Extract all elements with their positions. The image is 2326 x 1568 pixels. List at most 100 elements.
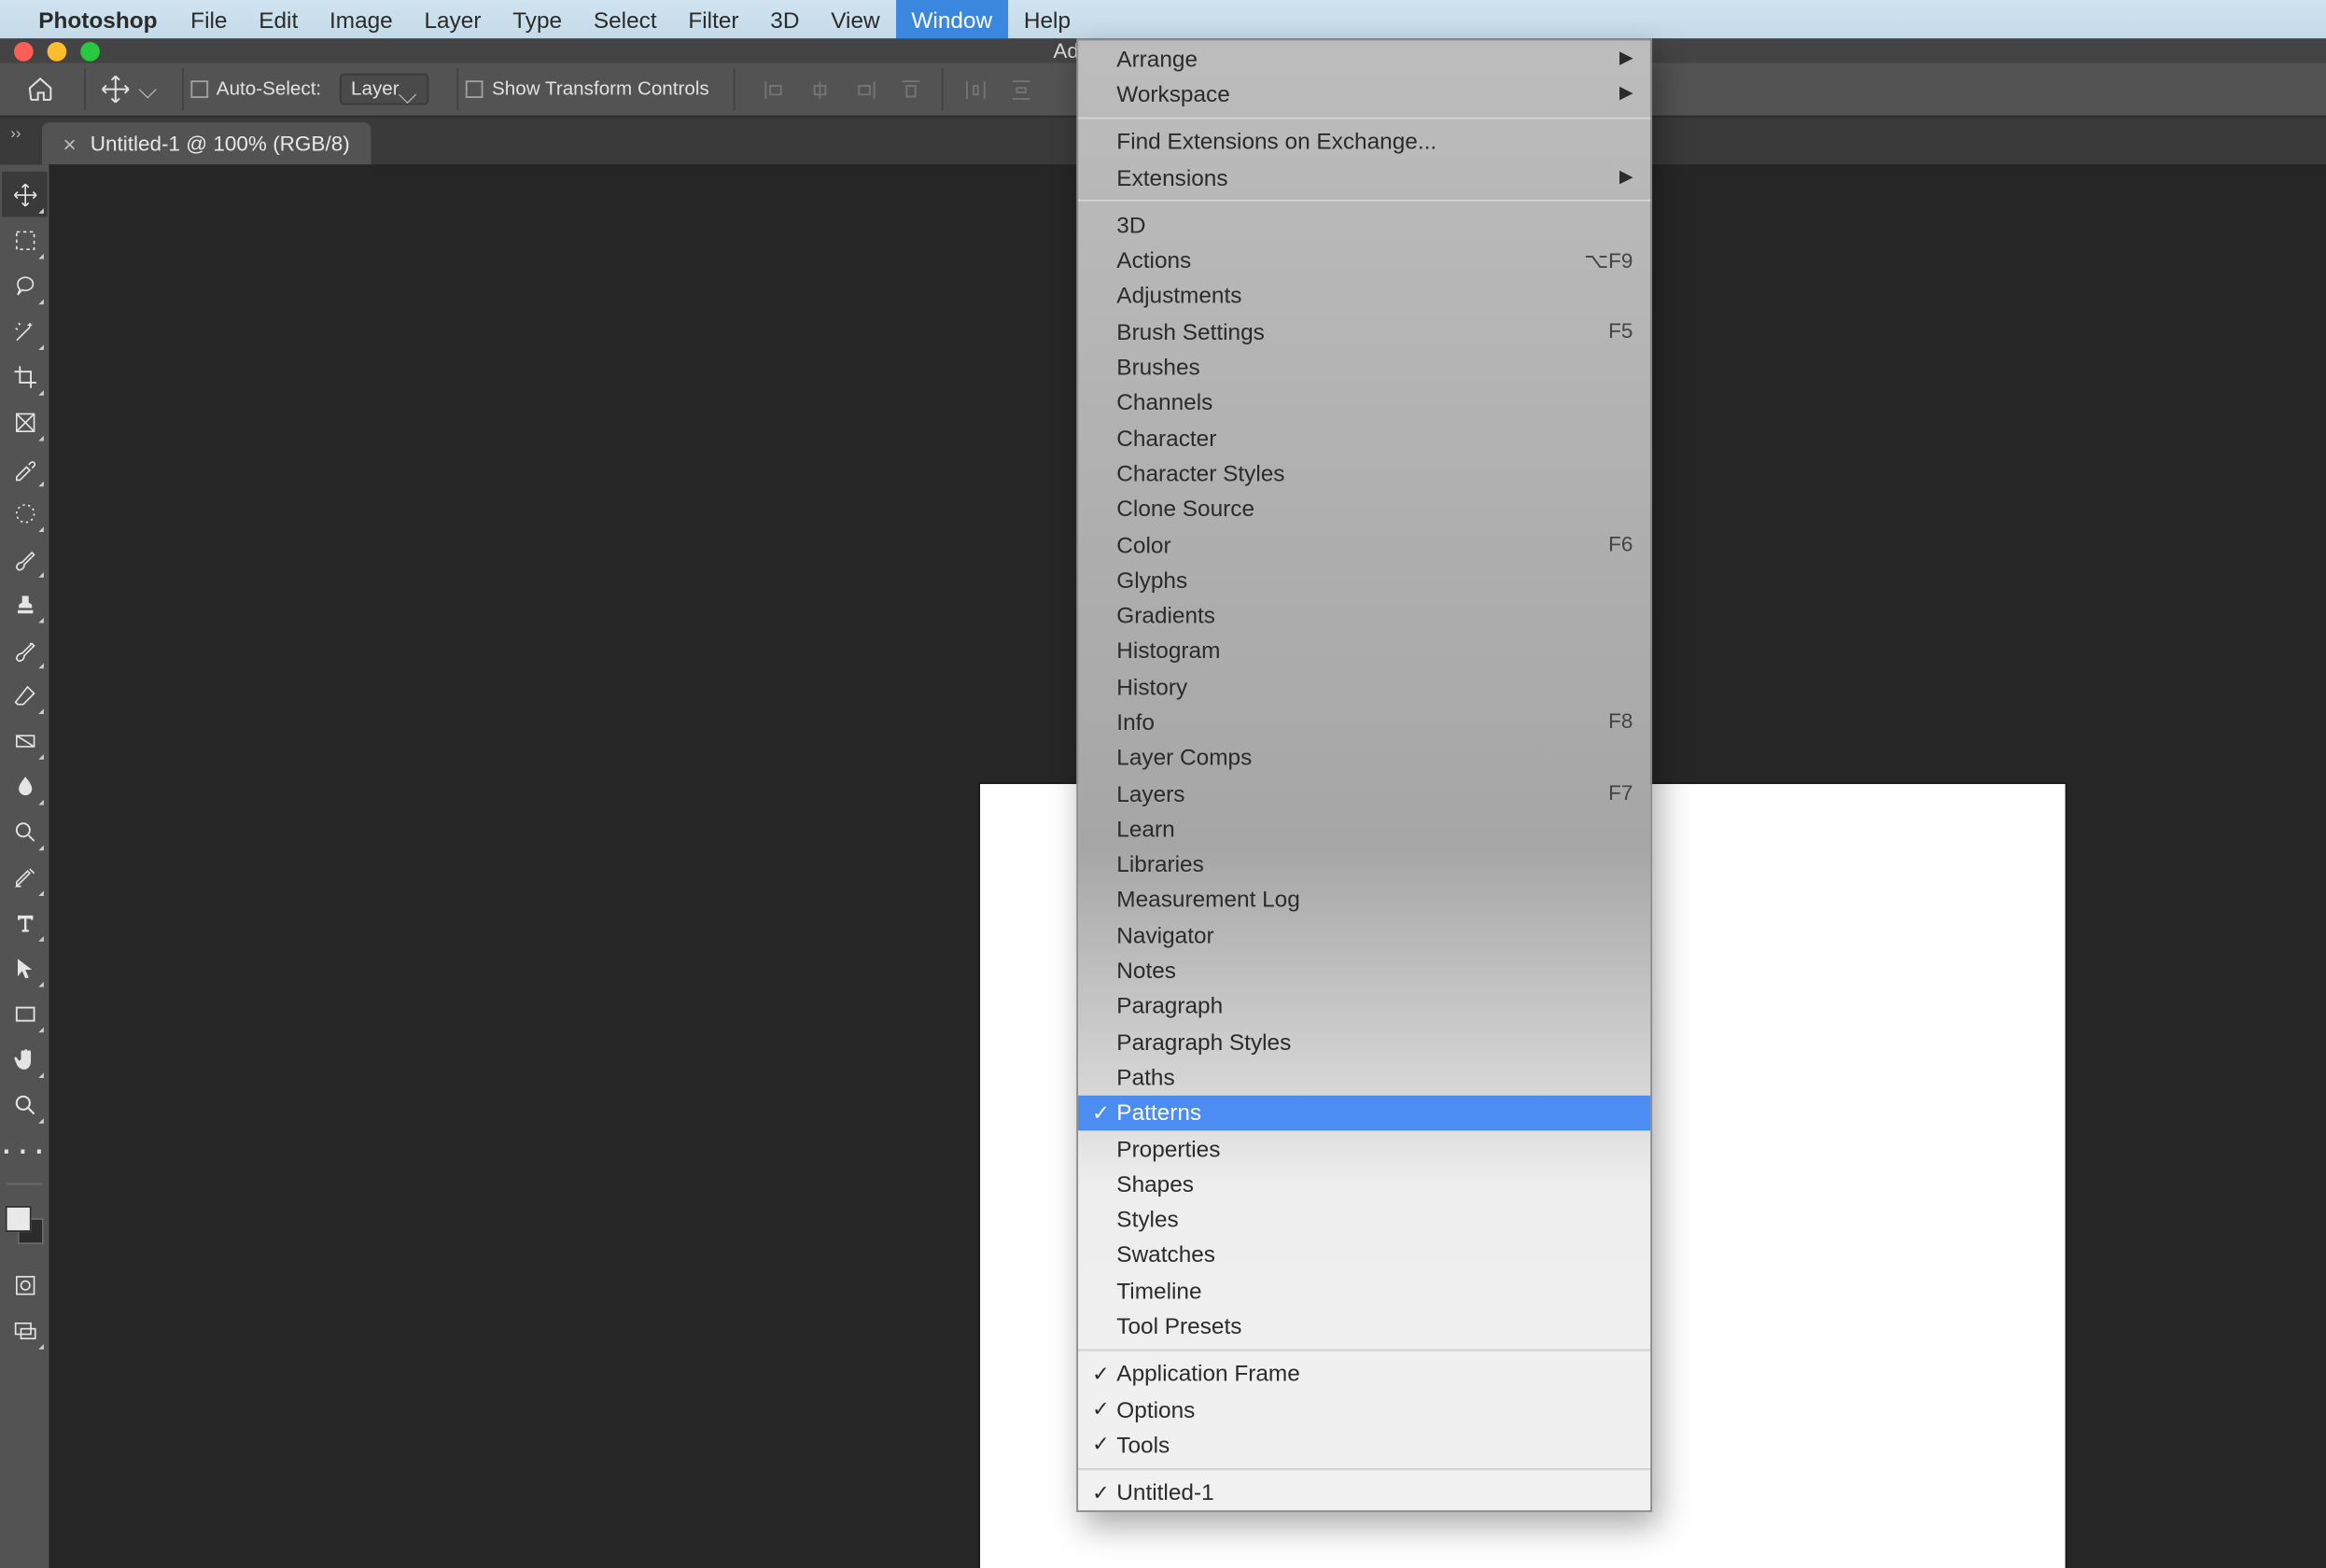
close-tab-icon[interactable]: × (63, 131, 77, 157)
menu-select[interactable]: Select (578, 0, 673, 38)
menu-item-shapes[interactable]: Shapes (1078, 1166, 1650, 1201)
marquee-tool[interactable] (2, 217, 48, 263)
menu-item-measurement-log[interactable]: Measurement Log (1078, 882, 1650, 917)
menu-item-character[interactable]: Character (1078, 420, 1650, 455)
magic-wand-tool[interactable] (2, 308, 48, 354)
brush-tool[interactable] (2, 536, 48, 581)
gradient-tool[interactable] (2, 718, 48, 763)
menu-item-brushes[interactable]: Brushes (1078, 349, 1650, 385)
menu-item-styles[interactable]: Styles (1078, 1201, 1650, 1237)
distribute-v-icon[interactable] (1000, 68, 1042, 110)
menu-item-notes[interactable]: Notes (1078, 953, 1650, 988)
menu-edit[interactable]: Edit (243, 0, 314, 38)
menu-filter[interactable]: Filter (673, 0, 755, 38)
menu-item-extensions[interactable]: Extensions▶ (1078, 159, 1650, 194)
hand-tool[interactable] (2, 1036, 48, 1082)
home-button[interactable] (14, 63, 66, 116)
menu-item-character-styles[interactable]: Character Styles (1078, 455, 1650, 491)
eraser-tool[interactable] (2, 672, 48, 718)
crop-tool[interactable] (2, 354, 48, 399)
menu-image[interactable]: Image (314, 0, 409, 38)
type-tool[interactable] (2, 900, 48, 945)
checkbox-icon[interactable] (466, 80, 483, 98)
menu-item-clone-source[interactable]: Clone Source (1078, 491, 1650, 526)
menu-item-3d[interactable]: 3D (1078, 207, 1650, 243)
spot-heal-tool[interactable] (2, 490, 48, 536)
menu-item-gradients[interactable]: Gradients (1078, 597, 1650, 633)
move-tool[interactable] (2, 172, 48, 217)
auto-select-target-dropdown[interactable]: Layer (339, 74, 429, 105)
menu-item-paragraph-styles[interactable]: Paragraph Styles (1078, 1024, 1650, 1059)
menu-file[interactable]: File (175, 0, 243, 38)
align-top-icon[interactable] (890, 68, 932, 110)
menu-item-properties[interactable]: Properties (1078, 1130, 1650, 1166)
dodge-tool[interactable] (2, 808, 48, 854)
checkbox-icon[interactable] (190, 80, 208, 98)
tool-preset-chevron-icon[interactable]: ⌵ (138, 75, 157, 105)
path-select-tool[interactable] (2, 945, 48, 991)
close-window-button[interactable] (14, 41, 34, 61)
menu-window[interactable]: Window (896, 0, 1008, 38)
move-tool-icon[interactable] (92, 74, 138, 105)
eyedropper-tool[interactable] (2, 444, 48, 490)
menu-item-paragraph[interactable]: Paragraph (1078, 988, 1650, 1024)
menu-item-options[interactable]: ✓Options (1078, 1392, 1650, 1427)
menu-item-adjustments[interactable]: Adjustments (1078, 278, 1650, 314)
menu-item-arrange[interactable]: Arrange▶ (1078, 40, 1650, 76)
stamp-tool[interactable] (2, 581, 48, 627)
lasso-tool[interactable] (2, 262, 48, 308)
menu-item-layers[interactable]: LayersF7 (1078, 776, 1650, 811)
minimize-window-button[interactable] (48, 41, 67, 61)
menu-item-layer-comps[interactable]: Layer Comps (1078, 739, 1650, 775)
color-swatches[interactable] (6, 1206, 44, 1244)
align-left-icon[interactable] (753, 68, 795, 110)
auto-select-checkbox[interactable]: Auto-Select: (190, 78, 321, 100)
show-transform-checkbox[interactable]: Show Transform Controls (466, 78, 709, 100)
menu-item-histogram[interactable]: Histogram (1078, 633, 1650, 668)
menu-item-untitled-1[interactable]: ✓Untitled-1 (1078, 1475, 1650, 1510)
menu-item-navigator[interactable]: Navigator (1078, 917, 1650, 953)
menu-layer[interactable]: Layer (409, 0, 497, 38)
zoom-tool[interactable] (2, 1082, 48, 1127)
menu-item-paths[interactable]: Paths (1078, 1059, 1650, 1095)
menu-item-brush-settings[interactable]: Brush SettingsF5 (1078, 314, 1650, 349)
menu-item-application-frame[interactable]: ✓Application Frame (1078, 1356, 1650, 1392)
menu-3d[interactable]: 3D (754, 0, 815, 38)
menu-item-color[interactable]: ColorF6 (1078, 526, 1650, 562)
menu-item-info[interactable]: InfoF8 (1078, 704, 1650, 739)
frame-tool[interactable] (2, 399, 48, 445)
menu-item-workspace[interactable]: Workspace▶ (1078, 76, 1650, 111)
app-name[interactable]: Photoshop (38, 7, 157, 33)
edit-toolbar-button[interactable]: ··· (2, 1127, 48, 1173)
menu-item-swatches[interactable]: Swatches (1078, 1237, 1650, 1272)
menu-item-tool-presets[interactable]: Tool Presets (1078, 1308, 1650, 1343)
menu-type[interactable]: Type (497, 0, 578, 38)
quick-mask-button[interactable] (2, 1262, 48, 1308)
menu-item-glyphs[interactable]: Glyphs (1078, 562, 1650, 597)
align-hcenter-icon[interactable] (798, 68, 840, 110)
screen-mode-button[interactable] (2, 1308, 48, 1353)
menu-view[interactable]: View (815, 0, 895, 38)
document-tab[interactable]: × Untitled-1 @ 100% (RGB/8) (42, 122, 371, 164)
align-right-icon[interactable] (844, 68, 886, 110)
rectangle-tool[interactable] (2, 990, 48, 1036)
menu-item-tools[interactable]: ✓Tools (1078, 1427, 1650, 1463)
menu-item-channels[interactable]: Channels (1078, 385, 1650, 420)
menu-item-libraries[interactable]: Libraries (1078, 847, 1650, 882)
maximize-window-button[interactable] (80, 41, 100, 61)
menu-item-label: Histogram (1116, 637, 1220, 664)
menu-item-label: Character Styles (1116, 460, 1284, 486)
history-brush-tool[interactable] (2, 626, 48, 672)
expand-panels-icon[interactable]: ›› (10, 124, 21, 142)
pen-tool[interactable] (2, 854, 48, 900)
distribute-h-icon[interactable] (954, 68, 996, 110)
menu-help[interactable]: Help (1008, 0, 1086, 38)
menu-item-find-extensions-on-exchange[interactable]: Find Extensions on Exchange... (1078, 123, 1650, 159)
menu-item-actions[interactable]: Actions⌥F9 (1078, 243, 1650, 278)
blur-tool[interactable] (2, 763, 48, 809)
menu-item-learn[interactable]: Learn (1078, 811, 1650, 847)
menu-item-patterns[interactable]: ✓Patterns (1078, 1095, 1650, 1130)
foreground-color-swatch[interactable] (6, 1206, 32, 1232)
menu-item-history[interactable]: History (1078, 668, 1650, 704)
menu-item-timeline[interactable]: Timeline (1078, 1272, 1650, 1308)
